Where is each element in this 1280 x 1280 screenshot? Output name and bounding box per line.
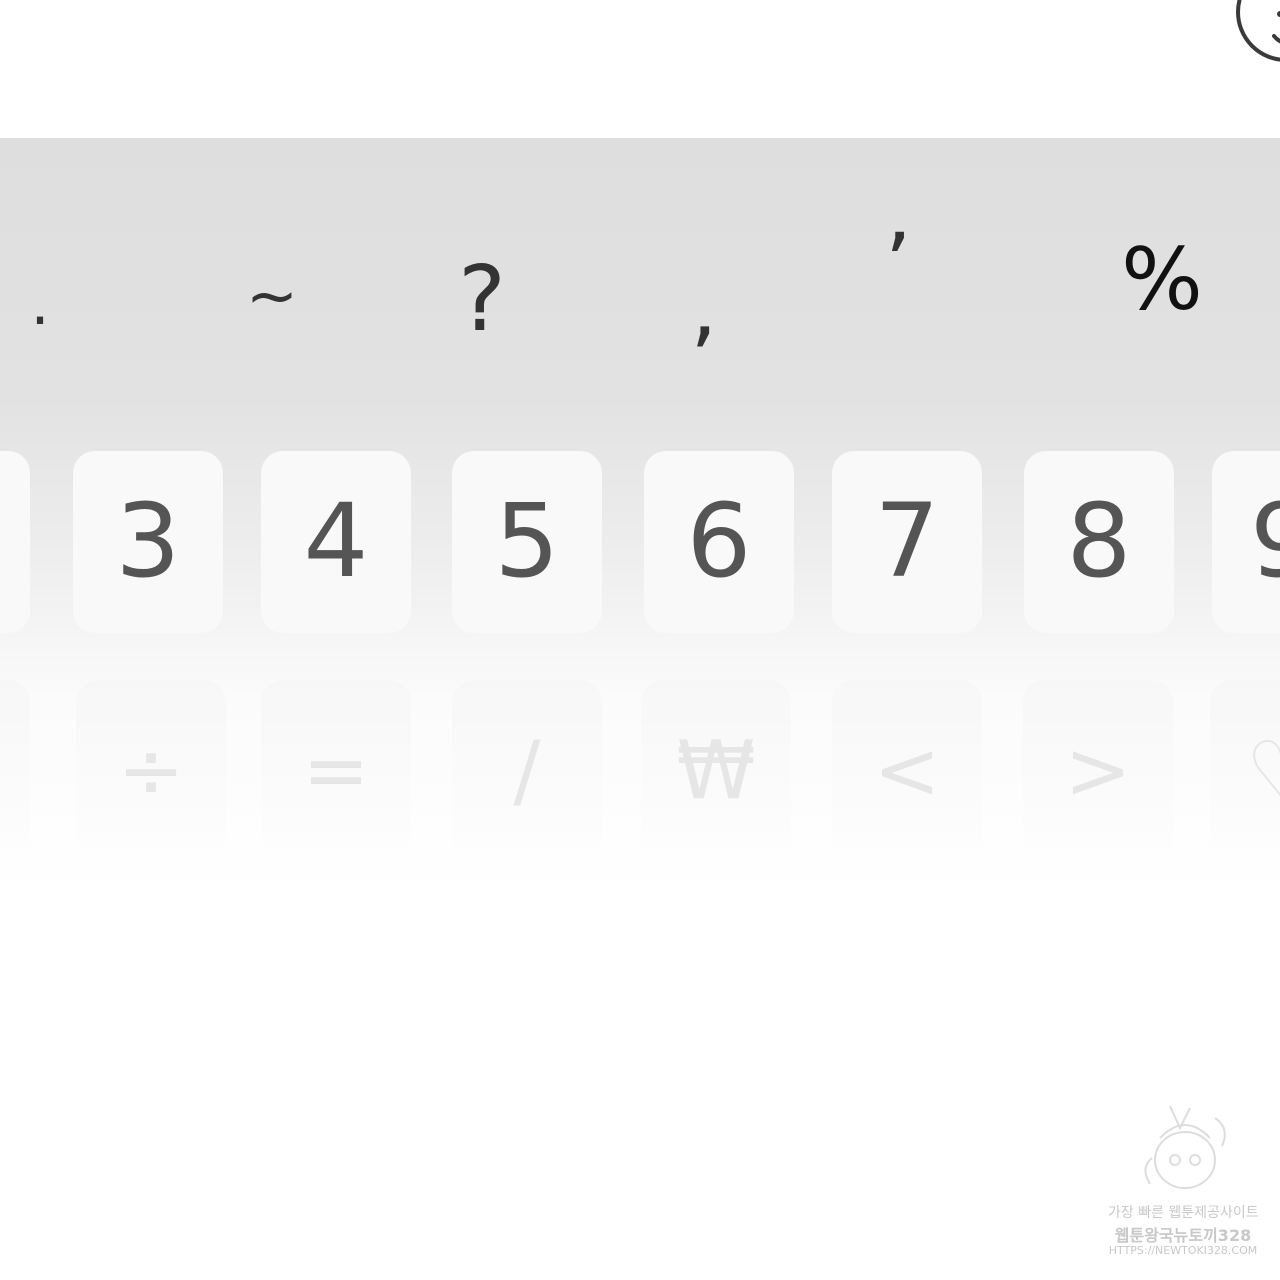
key-label: 8 [1066,482,1132,601]
key-8[interactable]: 8 [1024,451,1174,633]
key-label: 7 [874,482,940,601]
key-5[interactable]: 5 [452,451,602,633]
key-divide[interactable]: ÷ [76,680,226,862]
key-label: 9 [1250,491,1280,593]
punct-key-percent[interactable]: % [1121,237,1203,323]
smiley-icon [1272,11,1280,44]
mascot-watermark-icon [1144,1105,1226,1189]
key-label: ÷ [117,724,185,817]
keyboard-screen: . ~ ? , ’ % 3 4 5 6 7 8 ÷ = / ₩ < > 가장 빠… [0,0,1280,1280]
key-label: > [1064,724,1132,817]
key-label: = [302,724,370,817]
key-greater-than[interactable]: > [1023,680,1173,862]
watermark-title: 웹툰왕국뉴토끼328 [1114,1226,1252,1245]
key-3[interactable]: 3 [73,451,223,633]
key-symbol-partial[interactable] [0,680,30,862]
key-label: ₩ [676,724,756,817]
key-slash[interactable]: / [452,680,602,862]
emoji-button[interactable] [1236,0,1280,62]
key-label: < [873,724,941,817]
key-9-partial[interactable]: 9 [1212,451,1280,633]
key-label: 3 [115,482,181,601]
watermark-tagline: 가장 빠른 웹툰제공사이트 [1108,1205,1259,1221]
watermark-url: HTTPS://NEWTOKI328.COM [1108,1244,1258,1257]
key-6[interactable]: 6 [644,451,794,633]
key-label: 5 [494,482,560,601]
punct-key-period[interactable]: . [30,274,49,334]
key-label: 4 [303,482,369,601]
punct-key-tilde[interactable]: ~ [246,265,298,327]
punct-key-question[interactable]: ? [458,255,506,345]
punct-key-apostrophe[interactable]: ’ [885,222,912,306]
key-heart-partial[interactable]: ♡ [1210,680,1280,862]
key-label: 6 [686,482,752,601]
key-label: ♡ [1246,731,1280,811]
key-less-than[interactable]: < [832,680,982,862]
key-7[interactable]: 7 [832,451,982,633]
key-4[interactable]: 4 [261,451,411,633]
key-equals[interactable]: = [261,680,411,862]
watermark: 가장 빠른 웹툰제공사이트 웹툰왕국뉴토끼328 HTTPS://NEWTOKI… [1108,1098,1259,1268]
key-2-partial[interactable] [0,451,30,633]
keyboard: . ~ ? , ’ % 3 4 5 6 7 8 ÷ = / ₩ < > [0,138,1280,1280]
key-label: / [513,724,541,817]
punct-key-comma[interactable]: , [691,266,718,350]
key-won[interactable]: ₩ [641,680,791,862]
